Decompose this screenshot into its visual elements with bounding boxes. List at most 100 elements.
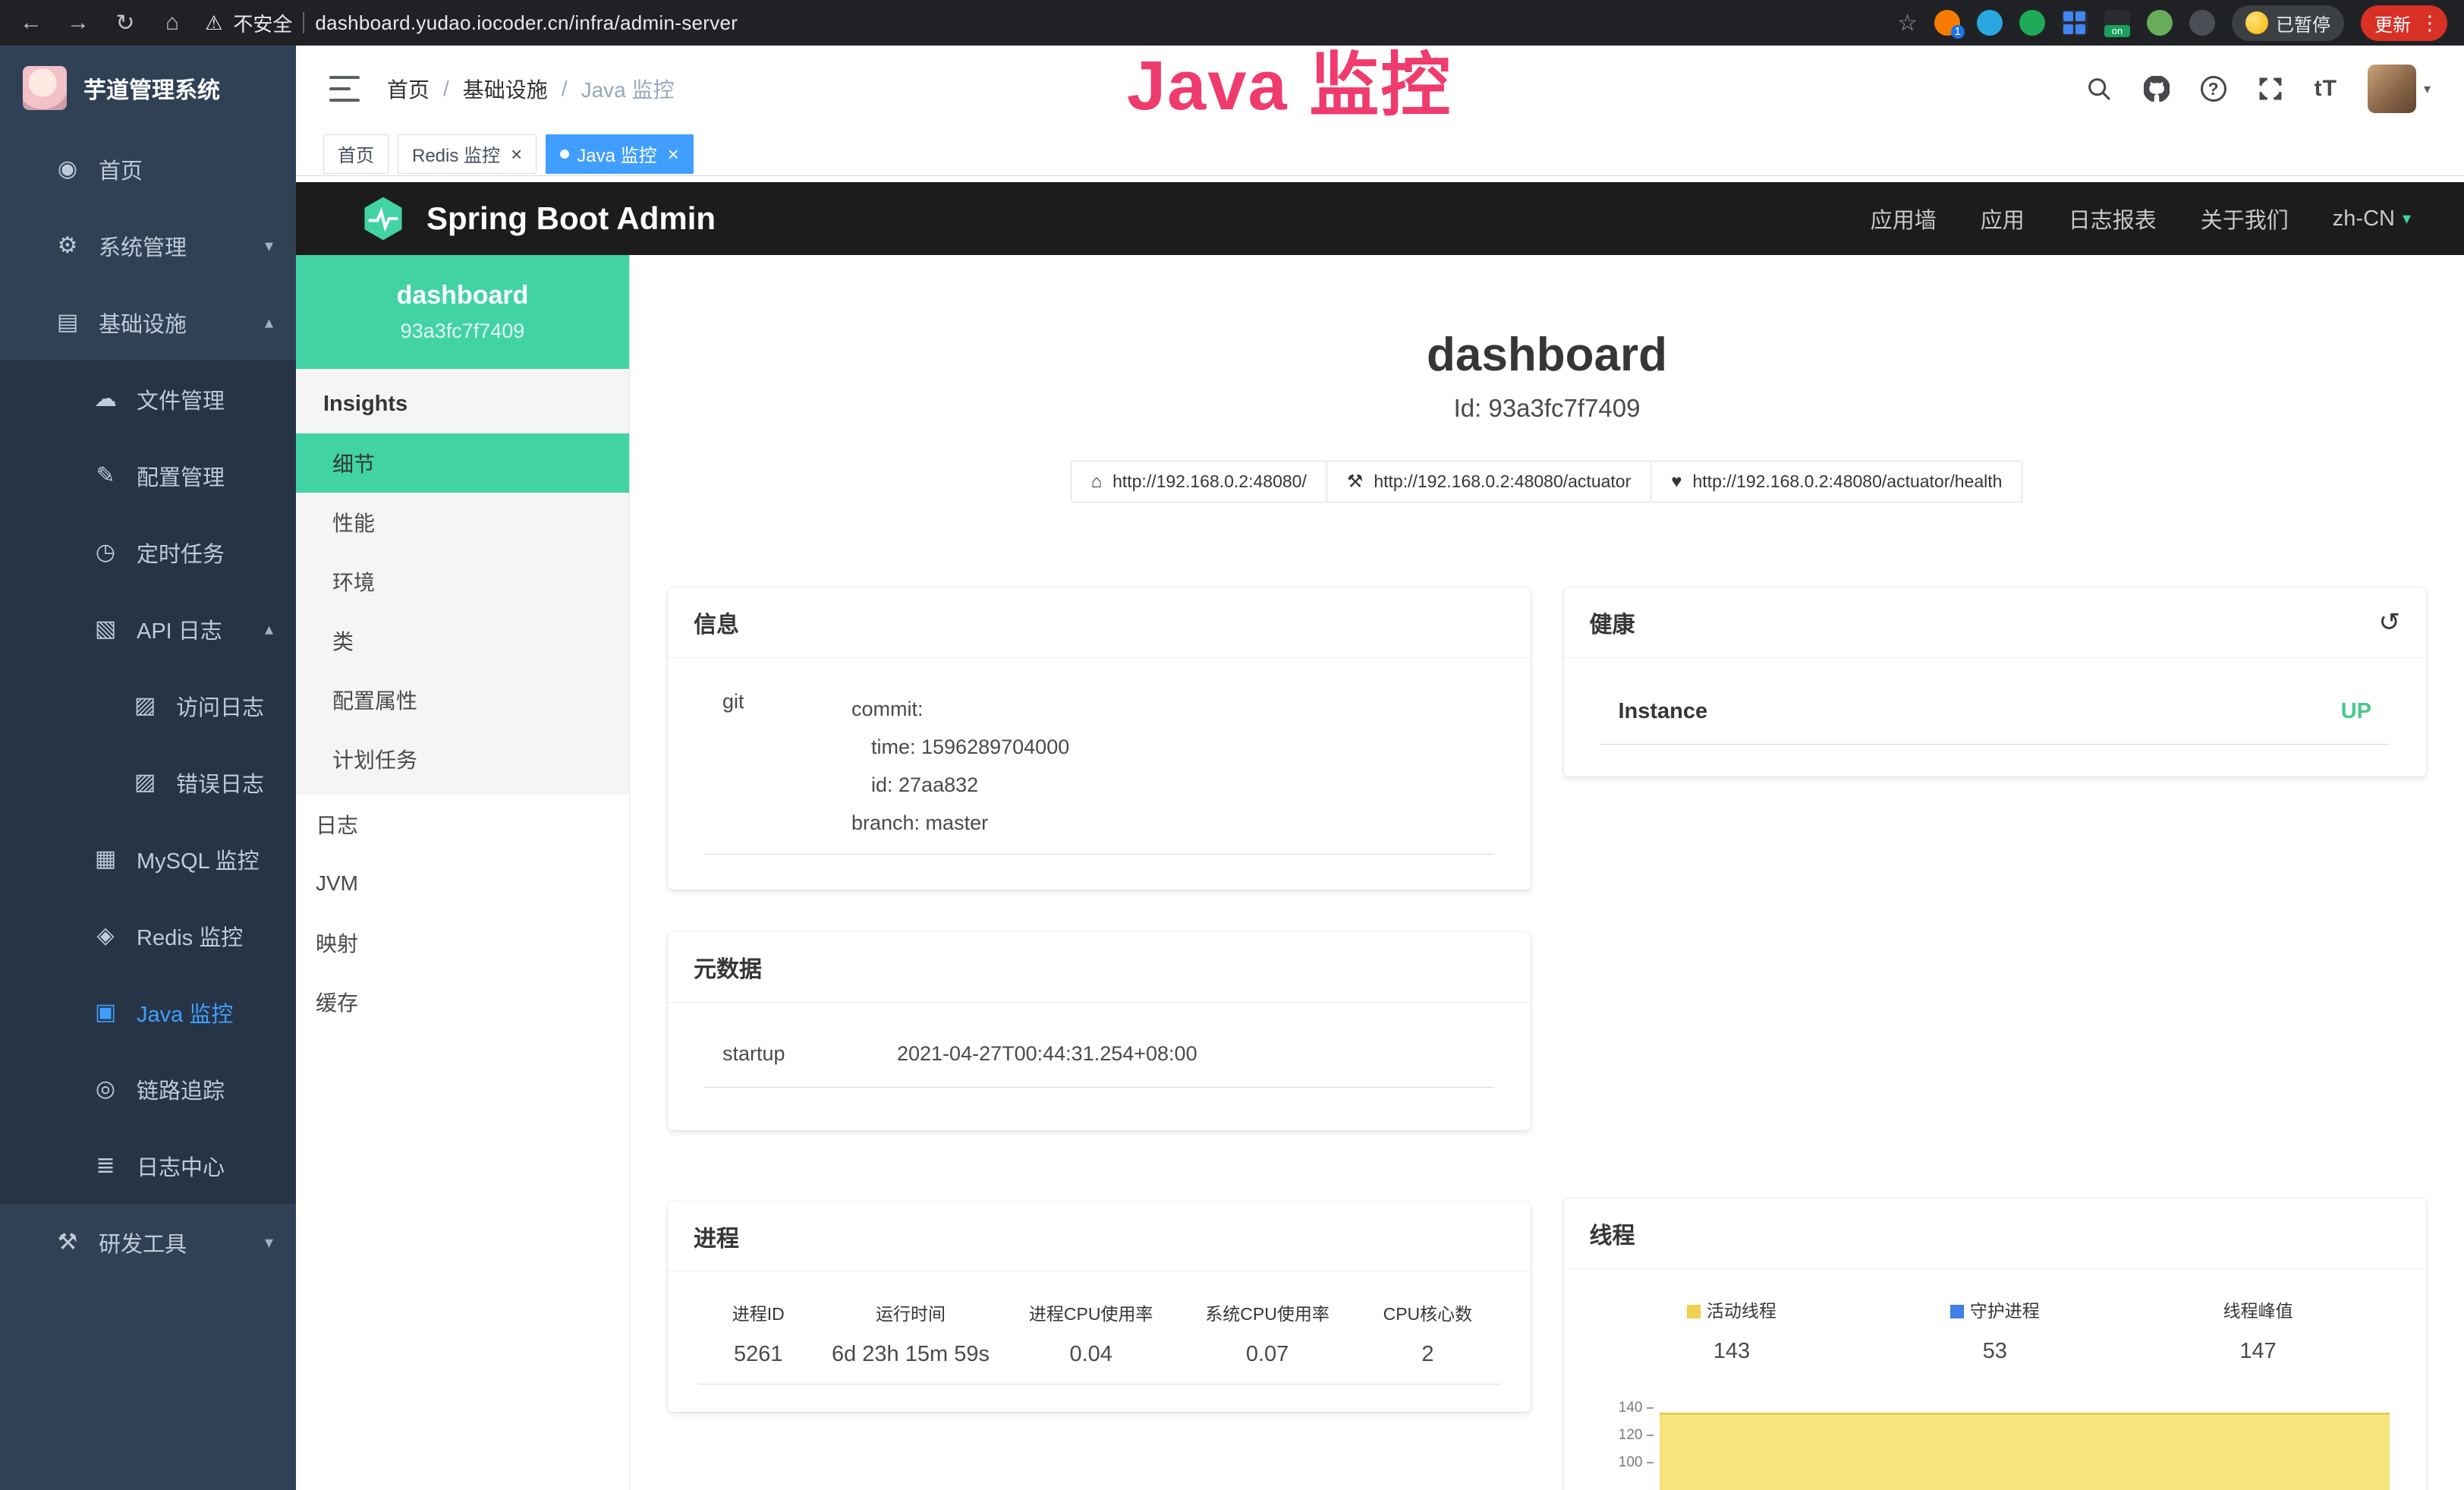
sba-menu-classes[interactable]: 类: [296, 611, 629, 670]
tab-redis-monitor[interactable]: Redis 监控 ×: [398, 134, 537, 174]
extension-icon-green[interactable]: [2019, 10, 2045, 36]
sba-nav-wallboard[interactable]: 应用墙: [1871, 203, 1937, 235]
sba-language-select[interactable]: zh-CN ▾: [2333, 206, 2411, 232]
annotation-text: Java 监控: [1127, 29, 1452, 130]
caret-down-icon: ▾: [2424, 81, 2431, 97]
sba-nav-about[interactable]: 关于我们: [2201, 203, 2289, 235]
cell-value: 53: [1863, 1330, 2126, 1381]
sidebar-collapse-icon[interactable]: [329, 76, 360, 102]
sidebar-item-system-management[interactable]: ⚙ 系统管理 ▾: [0, 207, 296, 284]
sba-menu-jvm[interactable]: JVM: [296, 854, 629, 913]
sidebar-item-scheduled-tasks[interactable]: ◷ 定时任务: [0, 514, 296, 591]
sba-menu-logs[interactable]: 日志: [296, 795, 629, 854]
dashboard-icon: ◉: [53, 156, 82, 182]
address-bar[interactable]: ⚠ 不安全 dashboard.yudao.iocoder.cn/infra/a…: [205, 9, 738, 37]
back-icon[interactable]: ←: [17, 10, 46, 36]
sidebar-item-infrastructure[interactable]: ▤ 基础设施 ▴: [0, 284, 296, 361]
reload-icon[interactable]: ↻: [111, 10, 140, 36]
sba-menu-caches[interactable]: 缓存: [296, 972, 629, 1032]
fullscreen-icon[interactable]: [2257, 75, 2284, 102]
close-icon[interactable]: ×: [511, 144, 522, 164]
breadcrumb-infrastructure[interactable]: 基础设施: [463, 74, 548, 104]
sba-menu-mappings[interactable]: 映射: [296, 913, 629, 972]
sba-app-id: 93a3fc7f7409: [401, 320, 525, 343]
sba-brand[interactable]: Spring Boot Admin: [360, 195, 716, 242]
tab-home[interactable]: 首页: [323, 134, 389, 174]
sidebar-item-api-logs[interactable]: ▧ API 日志 ▴: [0, 591, 296, 667]
threads-card: 线程 活动线程 守护进程 线程峰值 143: [1564, 1199, 2427, 1490]
tools-icon: ⚒: [53, 1229, 82, 1255]
access-log-icon: ▨: [131, 692, 159, 719]
sba-nav-journal[interactable]: 日志报表: [2069, 203, 2157, 235]
clock-icon: ◷: [91, 539, 120, 565]
extension-icon-orange[interactable]: 1: [1934, 10, 1960, 36]
sba-menu-config-props[interactable]: 配置属性: [296, 670, 629, 729]
metadata-card: 元数据 startup 2021-04-27T00:44:31.254+08:0…: [668, 932, 1531, 1130]
sba-menu-scheduled-tasks[interactable]: 计划任务: [296, 729, 629, 789]
github-icon[interactable]: [2143, 75, 2170, 102]
sidebar-item-label: MySQL 监控: [137, 843, 260, 875]
cell-value: 0.04: [1002, 1333, 1179, 1384]
error-log-icon: ▨: [131, 769, 159, 795]
paused-profile-pill[interactable]: 已暂停: [2232, 5, 2344, 41]
emoji-avatar-icon: [2245, 11, 2268, 34]
sidebar-item-home[interactable]: ◉ 首页: [0, 131, 296, 207]
redis-icon: ◈: [91, 922, 120, 949]
sba-menu-details[interactable]: 细节: [296, 433, 629, 493]
sidebar-item-redis-monitor[interactable]: ◈ Redis 监控: [0, 897, 296, 974]
page-id: Id: 93a3fc7f7409: [668, 394, 2426, 423]
font-size-icon[interactable]: tT: [2315, 76, 2337, 102]
sidebar-logo[interactable]: 芋道管理系统: [0, 46, 296, 131]
extension-icon-on[interactable]: on: [2104, 10, 2130, 36]
health-link[interactable]: ♥ http://192.168.0.2:48080/actuator/heal…: [1651, 461, 2022, 502]
legend-daemon-threads: 守护进程: [1863, 1289, 2126, 1330]
sidebar-item-error-logs[interactable]: ▨ 错误日志: [0, 744, 296, 821]
sidebar-item-config-management[interactable]: ✎ 配置管理: [0, 437, 296, 514]
history-icon[interactable]: ↺: [2379, 607, 2401, 638]
link-url: http://192.168.0.2:48080/actuator: [1374, 471, 1631, 492]
sidebar-item-label: 基础设施: [99, 307, 187, 339]
sba-menu-environment[interactable]: 环境: [296, 552, 629, 611]
extension-icon-grid[interactable]: [2062, 10, 2088, 36]
home-icon[interactable]: ⌂: [158, 10, 187, 36]
instance-home-link[interactable]: ⌂ http://192.168.0.2:48080/: [1071, 461, 1327, 502]
column-header: 系统CPU使用率: [1179, 1292, 1355, 1333]
sba-app-block[interactable]: dashboard 93a3fc7f7409: [296, 255, 629, 369]
sidebar-item-mysql-monitor[interactable]: ▦ MySQL 监控: [0, 821, 296, 897]
mysql-icon: ▦: [91, 846, 120, 872]
column-header: CPU核心数: [1355, 1292, 1499, 1333]
chrome-update-button[interactable]: 更新 ⋮: [2361, 5, 2447, 41]
main-column: 首页 / 基础设施 / Java 监控 ? tT ▾ 首: [296, 46, 2464, 1490]
info-values: commit: time: 1596289704000 id: 27aa832 …: [851, 690, 1069, 842]
sba-nav-applications[interactable]: 应用: [1981, 203, 2025, 235]
avatar-image: [2368, 65, 2416, 113]
extension-icon-dark[interactable]: [2189, 10, 2215, 36]
help-icon[interactable]: ?: [2201, 76, 2226, 102]
user-avatar[interactable]: ▾: [2368, 65, 2431, 113]
app-sidebar: 芋道管理系统 ◉ 首页 ⚙ 系统管理 ▾ ▤ 基础设施 ▴ ☁ 文件管理 ✎ 配…: [0, 46, 296, 1490]
forward-icon[interactable]: →: [64, 10, 93, 36]
bookmark-star-icon[interactable]: ☆: [1897, 10, 1918, 36]
chevron-up-icon: ▴: [265, 619, 273, 639]
sidebar-item-label: API 日志: [137, 613, 222, 645]
sidebar-item-file-management[interactable]: ☁ 文件管理: [0, 361, 296, 437]
search-icon[interactable]: [2085, 75, 2113, 102]
sidebar-item-dev-tools[interactable]: ⚒ 研发工具 ▾: [0, 1204, 296, 1281]
sidebar-item-trace[interactable]: ◎ 链路追踪: [0, 1051, 296, 1127]
sba-app-name: dashboard: [397, 281, 529, 310]
actuator-link[interactable]: ⚒ http://192.168.0.2:48080/actuator: [1326, 461, 1651, 502]
extension-icon-leaf[interactable]: [2147, 10, 2173, 36]
instance-label: Instance: [1619, 699, 1708, 724]
sidebar-item-log-center[interactable]: ≣ 日志中心: [0, 1127, 296, 1204]
tab-java-monitor[interactable]: Java 监控 ×: [546, 134, 694, 174]
breadcrumb-home[interactable]: 首页: [387, 74, 430, 104]
sidebar-item-access-logs[interactable]: ▨ 访问日志: [0, 667, 296, 744]
close-icon[interactable]: ×: [668, 144, 679, 164]
sidebar-item-java-monitor[interactable]: ▣ Java 监控: [0, 974, 296, 1051]
breadcrumb: 首页 / 基础设施 / Java 监控: [387, 74, 675, 104]
extension-icon-drop[interactable]: [1977, 10, 2003, 36]
log-icon: ▧: [91, 616, 120, 642]
sba-content: dashboard Id: 93a3fc7f7409 ⌂ http://192.…: [630, 255, 2464, 1490]
card-title: 元数据: [694, 950, 762, 984]
sba-menu-performance[interactable]: 性能: [296, 493, 629, 552]
